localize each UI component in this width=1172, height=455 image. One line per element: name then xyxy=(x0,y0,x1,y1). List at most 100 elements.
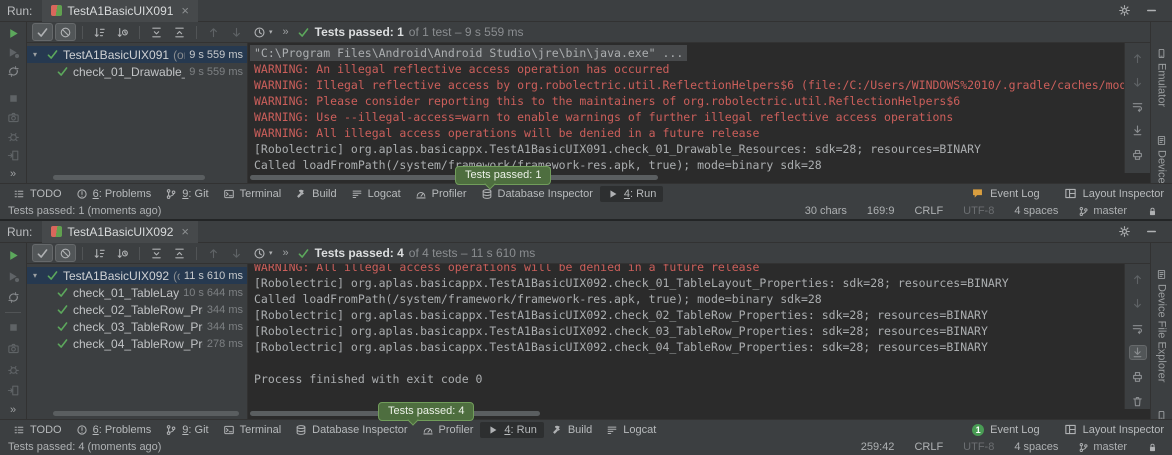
test-tree-item[interactable]: check_01_Drawable_Resources 9 s 559 ms xyxy=(27,63,247,80)
toolbar-more-chevrons[interactable]: » xyxy=(283,247,289,259)
scrollbar-thumb[interactable] xyxy=(53,175,205,180)
test-tree-item[interactable]: check_02_TableRow_Properties 344 ms xyxy=(27,301,247,318)
show-ignored-button[interactable] xyxy=(55,244,76,262)
editor-status-item[interactable]: 169:9 xyxy=(867,205,895,217)
editor-status-item[interactable] xyxy=(1147,442,1162,453)
collapse-all-button[interactable] xyxy=(169,244,190,262)
run-tab[interactable]: TestA1BasicUIX091 × xyxy=(42,0,198,22)
hide-icon[interactable] xyxy=(1145,225,1158,238)
event-log-button[interactable]: 1 Event Log xyxy=(972,424,1040,436)
editor-status-item[interactable]: UTF-8 xyxy=(963,205,994,217)
thread-dump-button[interactable] xyxy=(4,341,22,356)
status-bar-item[interactable]: Database Inspector xyxy=(288,422,414,438)
test-tree-root[interactable]: ▾ TestA1BasicUIX091(org.aplas.basicap 9 … xyxy=(27,46,247,63)
rerun-button[interactable] xyxy=(4,27,22,40)
editor-status-item[interactable]: CRLF xyxy=(914,441,943,453)
expand-all-button[interactable] xyxy=(146,244,167,262)
sort-by-duration-button[interactable] xyxy=(112,23,133,41)
editor-status-item[interactable]: master xyxy=(1078,205,1127,217)
previous-failed-test-button[interactable] xyxy=(203,244,224,262)
status-bar-item[interactable]: Terminal xyxy=(216,422,289,438)
close-icon[interactable]: × xyxy=(181,3,189,18)
status-bar-item[interactable]: 9: Git xyxy=(158,186,215,202)
toolbar-more-chevrons[interactable]: » xyxy=(283,26,289,38)
test-tree-root[interactable]: ▾ TestA1BasicUIX092(org.aplas.basica 11 … xyxy=(27,267,247,284)
soft-wrap-button[interactable] xyxy=(1129,99,1147,114)
tool-window-button[interactable]: Emulator xyxy=(1156,48,1168,107)
editor-status-item[interactable]: 4 spaces xyxy=(1014,441,1058,453)
close-icon[interactable]: × xyxy=(181,224,189,239)
console-output[interactable]: WARNING: All illegal access operations w… xyxy=(248,264,1124,409)
status-bar-item[interactable]: 6: Problems xyxy=(69,422,159,438)
chevron-down-icon[interactable]: ▾ xyxy=(33,271,42,280)
collapse-all-button[interactable] xyxy=(169,23,190,41)
gear-icon[interactable] xyxy=(1118,4,1131,17)
test-history-button[interactable] xyxy=(249,23,270,41)
status-bar-item[interactable]: 4: Run xyxy=(600,186,663,202)
status-bar-item[interactable]: TODO xyxy=(6,422,69,438)
status-bar-item[interactable]: Terminal xyxy=(216,186,289,202)
sort-alphabetically-button[interactable] xyxy=(89,23,110,41)
editor-status-item[interactable]: UTF-8 xyxy=(963,441,994,453)
show-passed-button[interactable] xyxy=(32,244,53,262)
down-stack-trace-button[interactable] xyxy=(1129,75,1147,90)
console-scrollbar[interactable] xyxy=(248,173,1150,183)
status-bar-item[interactable]: Logcat xyxy=(599,422,663,438)
scrollbar-thumb[interactable] xyxy=(250,175,658,180)
chevron-down-icon[interactable]: ▾ xyxy=(33,50,42,59)
test-tree-item[interactable]: check_01_TableLayout_Propertie: 10 s 644… xyxy=(27,284,247,301)
status-bar-item[interactable]: 4: Run xyxy=(480,422,543,438)
status-bar-item[interactable]: Database Inspector xyxy=(474,186,600,202)
up-stack-trace-button[interactable] xyxy=(1129,272,1147,287)
status-bar-item[interactable]: Profiler xyxy=(415,422,481,438)
editor-status-item[interactable]: 259:42 xyxy=(861,441,895,453)
tree-scrollbar[interactable] xyxy=(27,173,248,183)
status-bar-item[interactable]: 9: Git xyxy=(158,422,215,438)
down-stack-trace-button[interactable] xyxy=(1129,296,1147,311)
attach-debugger-button[interactable] xyxy=(4,362,22,377)
soft-wrap-button[interactable] xyxy=(1129,321,1147,336)
previous-failed-test-button[interactable] xyxy=(203,23,224,41)
sort-by-duration-button[interactable] xyxy=(112,244,133,262)
rerun-button[interactable] xyxy=(4,248,22,263)
test-tree-item[interactable]: check_04_TableRow_Properties 278 ms xyxy=(27,335,247,352)
event-log-button[interactable]: Event Log xyxy=(971,187,1040,200)
status-bar-item[interactable]: 6: Problems xyxy=(69,186,159,202)
rerun-failed-tests-button[interactable] xyxy=(4,46,22,59)
test-tree-item[interactable]: check_03_TableRow_Properties 344 ms xyxy=(27,318,247,335)
restore-layout-button[interactable] xyxy=(4,383,22,398)
clear-all-button[interactable] xyxy=(1129,394,1147,409)
editor-status-item[interactable]: master xyxy=(1078,441,1127,453)
scroll-to-end-button[interactable] xyxy=(1129,123,1147,138)
hide-icon[interactable] xyxy=(1145,4,1158,17)
print-button[interactable] xyxy=(1129,369,1147,384)
status-bar-item[interactable]: TODO xyxy=(6,186,69,202)
attach-debugger-button[interactable] xyxy=(4,130,22,143)
show-ignored-button[interactable] xyxy=(55,23,76,41)
tool-window-button[interactable]: Device File Explorer xyxy=(1156,269,1168,382)
run-tab[interactable]: TestA1BasicUIX092 × xyxy=(42,221,198,243)
up-stack-trace-button[interactable] xyxy=(1129,51,1147,66)
more-options-chevrons[interactable]: » xyxy=(10,168,16,180)
print-button[interactable] xyxy=(1129,147,1147,162)
toggle-auto-test-button[interactable] xyxy=(4,65,22,78)
status-bar-item[interactable]: Logcat xyxy=(344,186,408,202)
next-failed-test-button[interactable] xyxy=(226,23,247,41)
sort-alphabetically-button[interactable] xyxy=(89,244,110,262)
editor-status-item[interactable]: 4 spaces xyxy=(1014,205,1058,217)
layout-inspector-button[interactable]: Layout Inspector xyxy=(1064,423,1164,436)
restore-layout-button[interactable] xyxy=(4,149,22,162)
scroll-to-end-button[interactable] xyxy=(1129,345,1147,360)
thread-dump-button[interactable] xyxy=(4,111,22,124)
stop-button[interactable] xyxy=(4,320,22,335)
test-history-button[interactable] xyxy=(249,244,270,262)
status-bar-item[interactable]: Build xyxy=(544,422,599,438)
next-failed-test-button[interactable] xyxy=(226,244,247,262)
expand-all-button[interactable] xyxy=(146,23,167,41)
editor-status-item[interactable]: 30 chars xyxy=(805,205,847,217)
more-options-chevrons[interactable]: » xyxy=(10,404,16,416)
gear-icon[interactable] xyxy=(1118,225,1131,238)
scrollbar-thumb[interactable] xyxy=(53,411,239,416)
rerun-failed-tests-button[interactable] xyxy=(4,269,22,284)
editor-status-item[interactable]: CRLF xyxy=(914,205,943,217)
